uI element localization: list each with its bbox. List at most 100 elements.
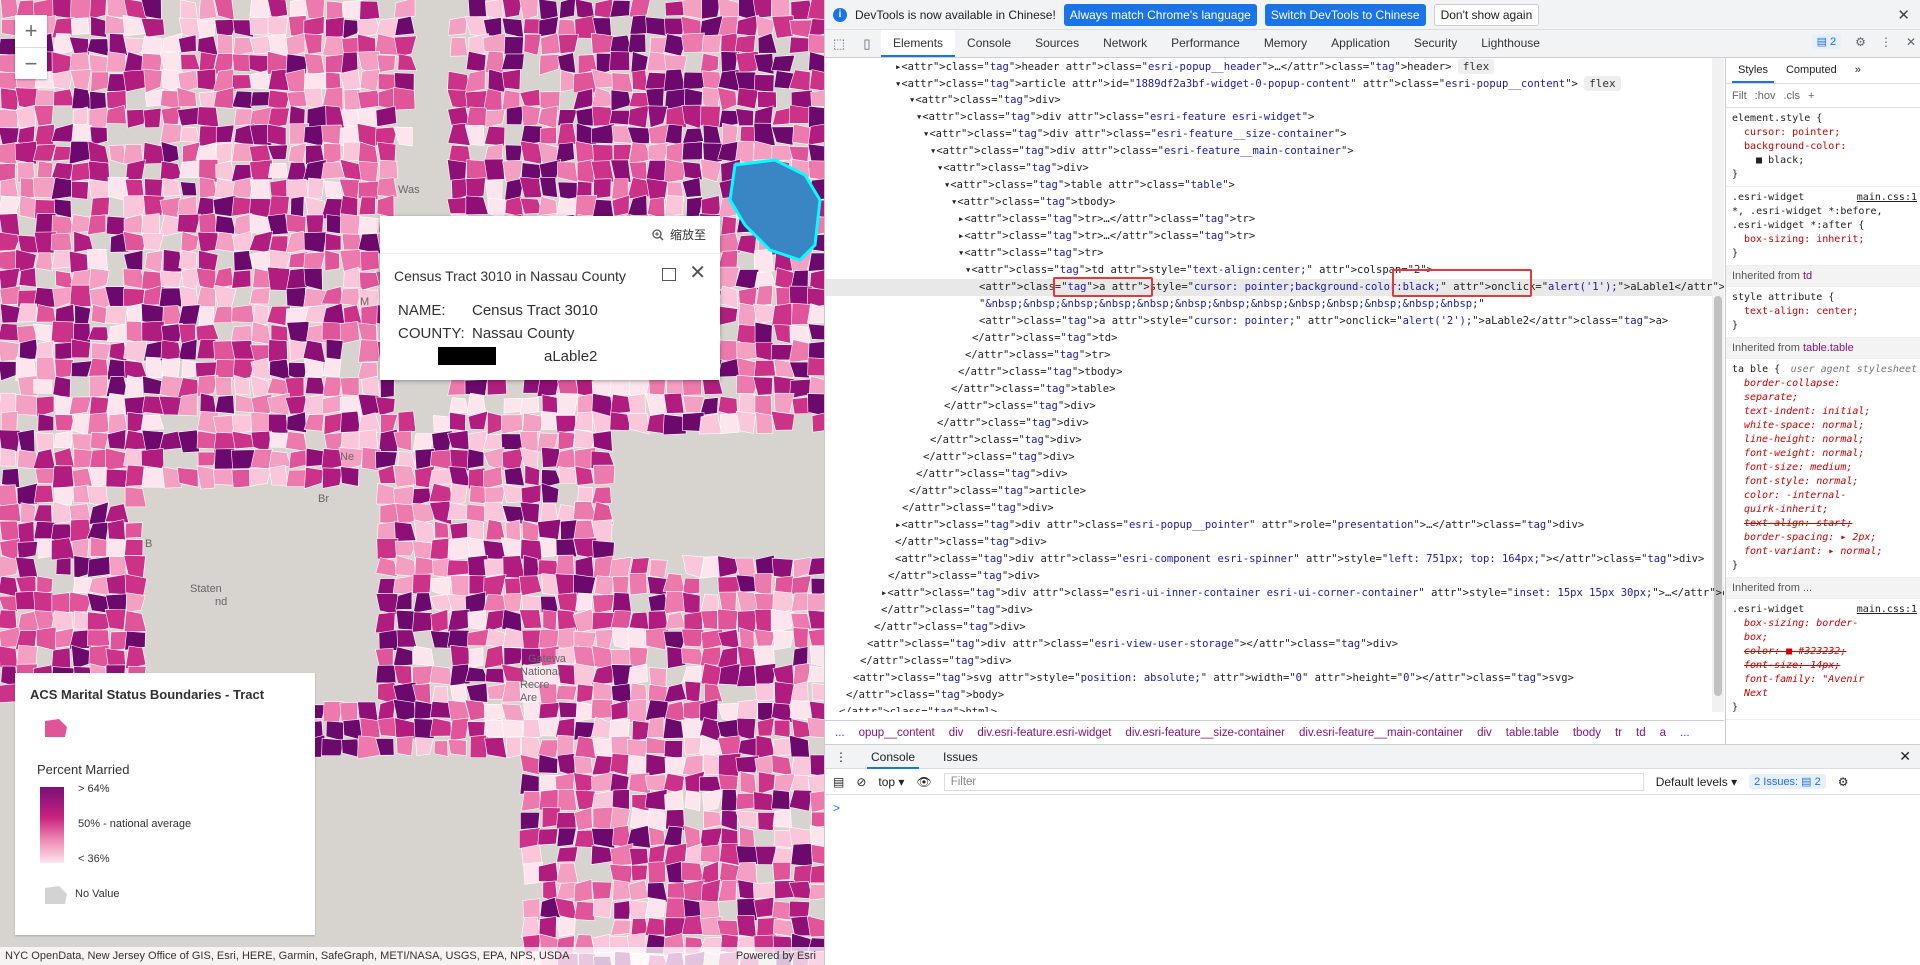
tract-polygon[interactable] xyxy=(428,483,454,503)
tract-polygon[interactable] xyxy=(141,232,164,251)
tract-polygon[interactable] xyxy=(484,50,505,75)
tract-polygon[interactable] xyxy=(591,68,615,89)
tract-polygon[interactable] xyxy=(393,465,418,488)
tract-polygon[interactable] xyxy=(268,413,289,434)
tract-polygon[interactable] xyxy=(125,464,145,487)
tract-polygon[interactable] xyxy=(647,142,669,163)
tract-polygon[interactable] xyxy=(664,195,684,216)
rule-property[interactable]: font-style: normal; xyxy=(1732,475,1917,489)
tract-polygon[interactable] xyxy=(739,771,757,796)
tract-polygon[interactable] xyxy=(483,644,504,669)
tract-polygon[interactable] xyxy=(505,519,521,542)
zoom-out-button[interactable]: − xyxy=(15,47,47,79)
tract-polygon[interactable] xyxy=(55,557,72,576)
tract-polygon[interactable] xyxy=(248,467,272,487)
tract-polygon[interactable] xyxy=(540,411,557,430)
tract-polygon[interactable] xyxy=(807,303,824,324)
tract-polygon[interactable] xyxy=(736,915,757,938)
tract-polygon[interactable] xyxy=(681,628,705,648)
tract-polygon[interactable] xyxy=(106,324,126,342)
tract-polygon[interactable] xyxy=(305,376,326,395)
tract-polygon[interactable] xyxy=(375,557,398,578)
tract-polygon[interactable] xyxy=(663,740,683,759)
close-drawer-icon[interactable]: ✕ xyxy=(1899,748,1911,765)
tract-polygon[interactable] xyxy=(613,900,632,920)
tract-polygon[interactable] xyxy=(700,105,721,129)
tract-polygon[interactable] xyxy=(160,106,181,127)
tract-polygon[interactable] xyxy=(0,503,22,522)
tract-polygon[interactable] xyxy=(324,249,341,272)
tract-polygon[interactable] xyxy=(15,576,37,594)
tract-polygon[interactable] xyxy=(771,702,793,723)
tract-polygon[interactable] xyxy=(484,501,507,522)
tract-polygon[interactable] xyxy=(140,18,166,38)
tract-polygon[interactable] xyxy=(627,105,650,129)
dom-node-line[interactable]: ▾<attr">class="tag">table attr">class="t… xyxy=(944,177,1235,194)
tract-polygon[interactable] xyxy=(251,321,272,345)
tract-polygon[interactable] xyxy=(482,466,503,490)
dom-node-line[interactable]: ▾<attr">class="tag">div> xyxy=(909,92,1061,109)
dom-node-line[interactable]: <attr">class="tag">svg attr">style="posi… xyxy=(853,670,1574,687)
tract-polygon[interactable] xyxy=(771,302,793,327)
tract-polygon[interactable] xyxy=(340,466,360,487)
tract-polygon[interactable] xyxy=(195,361,219,378)
tract-polygon[interactable] xyxy=(159,123,182,146)
tract-polygon[interactable] xyxy=(630,682,648,702)
tract-polygon[interactable] xyxy=(249,35,272,55)
cls-toggle[interactable]: .cls xyxy=(1783,90,1800,102)
tract-polygon[interactable] xyxy=(198,305,214,328)
dom-node-line[interactable]: </attr">class="tag">div> xyxy=(888,568,1040,585)
tract-polygon[interactable] xyxy=(628,879,649,901)
tract-polygon[interactable] xyxy=(285,213,307,234)
tract-polygon[interactable] xyxy=(465,50,487,73)
tract-polygon[interactable] xyxy=(699,844,721,864)
tract-polygon[interactable] xyxy=(645,897,666,919)
tract-polygon[interactable] xyxy=(140,448,165,469)
tract-polygon[interactable] xyxy=(681,915,704,935)
tract-polygon[interactable] xyxy=(358,196,376,215)
breadcrumb-item[interactable]: div xyxy=(949,727,964,739)
tract-polygon[interactable] xyxy=(577,486,593,502)
inspect-element-icon[interactable]: ⬚ xyxy=(825,30,853,57)
tract-polygon[interactable] xyxy=(555,554,575,577)
tract-polygon[interactable] xyxy=(506,736,522,759)
tract-polygon[interactable] xyxy=(519,88,541,107)
tract-polygon[interactable] xyxy=(90,431,110,450)
tract-polygon[interactable] xyxy=(465,682,489,703)
tract-polygon[interactable] xyxy=(735,810,758,829)
tract-polygon[interactable] xyxy=(792,646,809,667)
rule-property[interactable]: border-collapse: xyxy=(1732,377,1917,391)
tract-polygon[interactable] xyxy=(71,180,89,200)
tract-polygon[interactable] xyxy=(429,665,454,686)
tract-polygon[interactable] xyxy=(324,232,342,251)
rule-property[interactable]: background-color: xyxy=(1732,140,1917,154)
tract-polygon[interactable] xyxy=(555,415,577,434)
tract-polygon[interactable] xyxy=(649,559,668,579)
tract-polygon[interactable] xyxy=(162,177,181,197)
rule-property[interactable]: box-sizing: inherit; xyxy=(1732,233,1917,247)
tract-polygon[interactable] xyxy=(158,287,182,307)
tract-polygon[interactable] xyxy=(503,36,524,57)
tract-polygon[interactable] xyxy=(556,846,579,863)
console-settings-gear-icon[interactable]: ⚙ xyxy=(1838,775,1849,789)
dom-node-line[interactable]: </attr">class="tag">div> xyxy=(944,398,1096,415)
tract-polygon[interactable] xyxy=(684,790,701,812)
tract-polygon[interactable] xyxy=(396,736,414,757)
tract-polygon[interactable] xyxy=(71,644,91,670)
tract-polygon[interactable] xyxy=(20,502,36,524)
tract-polygon[interactable] xyxy=(753,53,775,75)
tract-polygon[interactable] xyxy=(231,304,255,324)
tract-polygon[interactable] xyxy=(627,33,647,53)
tract-polygon[interactable] xyxy=(267,266,290,291)
tract-polygon[interactable] xyxy=(755,15,776,38)
tract-polygon[interactable] xyxy=(357,89,381,110)
tract-polygon[interactable] xyxy=(720,412,740,434)
tract-polygon[interactable] xyxy=(358,160,379,184)
sidebar-toggle-icon[interactable]: ▤ xyxy=(833,775,844,789)
tract-polygon[interactable] xyxy=(648,826,666,846)
tract-polygon[interactable] xyxy=(339,377,360,396)
tract-polygon[interactable] xyxy=(0,323,20,341)
tract-polygon[interactable] xyxy=(124,486,147,508)
tract-polygon[interactable] xyxy=(810,89,824,107)
tract-polygon[interactable] xyxy=(484,609,505,633)
